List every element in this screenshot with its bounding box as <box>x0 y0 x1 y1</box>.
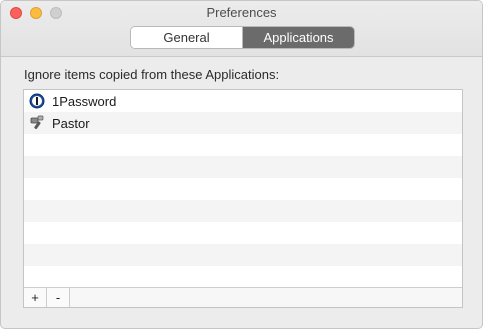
list-rows: 1Password Pastor <box>24 90 462 289</box>
tab-segmented-control: General Applications <box>130 26 355 49</box>
tab-applications[interactable]: Applications <box>243 27 354 48</box>
preferences-window: Preferences General Applications Ignore … <box>0 0 483 329</box>
ignored-apps-list[interactable]: 1Password Pastor + - <box>23 89 463 308</box>
tab-general[interactable]: General <box>131 27 243 48</box>
empty-row <box>24 266 462 288</box>
title-bar: Preferences General Applications <box>1 1 482 57</box>
empty-row <box>24 156 462 178</box>
empty-row <box>24 134 462 156</box>
empty-row <box>24 222 462 244</box>
list-item-pastor[interactable]: Pastor <box>24 112 462 134</box>
1password-icon <box>28 92 46 110</box>
add-button[interactable]: + <box>24 288 47 307</box>
app-name: Pastor <box>52 115 90 131</box>
empty-row <box>24 178 462 200</box>
list-footer: + - <box>24 287 462 307</box>
remove-button[interactable]: - <box>47 288 70 307</box>
pastor-icon <box>28 114 46 132</box>
empty-row <box>24 200 462 222</box>
list-item-1password[interactable]: 1Password <box>24 90 462 112</box>
app-name: 1Password <box>52 93 117 109</box>
window-title: Preferences <box>206 5 277 20</box>
ignore-apps-label: Ignore items copied from these Applicati… <box>24 67 280 82</box>
empty-row <box>24 244 462 266</box>
